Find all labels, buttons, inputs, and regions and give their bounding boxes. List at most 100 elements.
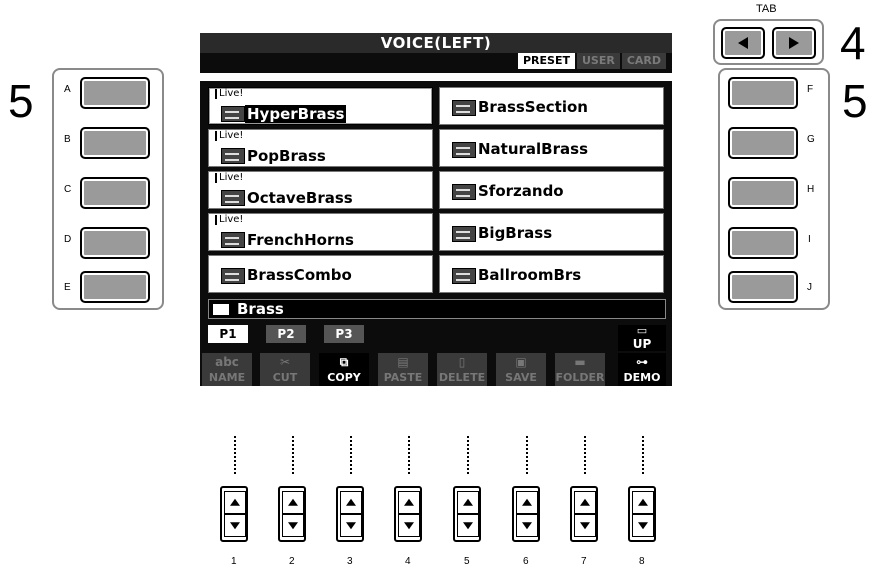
- callout-left-5: 5: [8, 75, 34, 127]
- button-f[interactable]: [728, 77, 798, 109]
- voice-name: Sforzando: [478, 182, 564, 200]
- name-button[interactable]: abc NAME: [202, 353, 252, 386]
- combo-icon: [221, 268, 245, 284]
- button-d[interactable]: [80, 227, 150, 259]
- updown-button-7[interactable]: [570, 486, 598, 542]
- button-letter-j: J: [807, 282, 812, 293]
- tab-preset[interactable]: PRESET: [515, 53, 575, 69]
- page-tab-p1[interactable]: P1: [208, 325, 248, 343]
- tab-label: TAB: [756, 3, 777, 15]
- down-arrow-icon: [522, 522, 532, 530]
- voice-ballroombrs[interactable]: BallroomBrs: [439, 255, 664, 293]
- voice-name: PopBrass: [247, 147, 326, 165]
- voice-sforzando[interactable]: Sforzando: [439, 171, 664, 209]
- brass-icon: [221, 190, 245, 206]
- down-arrow-icon: [346, 522, 356, 530]
- up-button-6[interactable]: [516, 491, 538, 515]
- button-letter-f: F: [807, 84, 814, 95]
- down-button-2[interactable]: [282, 513, 304, 537]
- button-a[interactable]: [80, 77, 150, 109]
- page-tab-p3[interactable]: P3: [324, 325, 364, 343]
- down-button-1[interactable]: [224, 513, 246, 537]
- up-button-2[interactable]: [282, 491, 304, 515]
- up-button-7[interactable]: [574, 491, 596, 515]
- brass-icon: [452, 268, 476, 284]
- tab-right-button[interactable]: [772, 27, 816, 59]
- up-arrow-icon: [288, 498, 298, 506]
- delete-button[interactable]: ▯ DELETE: [437, 353, 487, 386]
- tab-card[interactable]: CARD: [619, 53, 666, 69]
- button-g[interactable]: [728, 127, 798, 159]
- paste-button[interactable]: ▤ PASTE: [378, 353, 428, 386]
- button-b[interactable]: [80, 127, 150, 159]
- updown-button-4[interactable]: [394, 486, 422, 542]
- live-tag: Live!: [215, 131, 243, 141]
- up-button[interactable]: ▭ UP: [618, 325, 666, 351]
- voice-popbrass[interactable]: Live! PopBrass: [208, 129, 433, 167]
- voice-brasssection[interactable]: BrassSection: [439, 87, 664, 125]
- updown-button-2[interactable]: [278, 486, 306, 542]
- button-i[interactable]: [728, 227, 798, 259]
- brass-icon: [221, 148, 245, 164]
- voice-octavebrass[interactable]: Live! OctaveBrass: [208, 171, 433, 209]
- up-arrow-icon: [638, 498, 648, 506]
- button-number-7: 7: [581, 556, 587, 567]
- button-c[interactable]: [80, 177, 150, 209]
- page-tab-p2[interactable]: P2: [266, 325, 306, 343]
- dotted-leader-4: [408, 436, 410, 474]
- copy-button[interactable]: ⧉ COPY: [319, 353, 369, 386]
- live-tag: Live!: [215, 89, 243, 99]
- down-button-7[interactable]: [574, 513, 596, 537]
- folder-button[interactable]: ▬ FOLDER: [555, 353, 605, 386]
- brass-icon: [452, 226, 476, 242]
- button-number-5: 5: [464, 556, 470, 567]
- voice-brasscombo[interactable]: BrassCombo: [208, 255, 433, 293]
- voice-name: OctaveBrass: [247, 189, 353, 207]
- demo-button[interactable]: ⊶ DEMO: [618, 353, 666, 386]
- button-letter-i: I: [808, 234, 811, 245]
- button-e[interactable]: [80, 271, 150, 303]
- voice-bigbrass[interactable]: BigBrass: [439, 213, 664, 251]
- up-button-3[interactable]: [340, 491, 362, 515]
- dotted-leader-7: [584, 436, 586, 474]
- voice-hyperbrass[interactable]: Live! HyperBrass: [208, 87, 433, 125]
- down-button-8[interactable]: [632, 513, 654, 537]
- down-button-5[interactable]: [457, 513, 479, 537]
- voice-frenchhorns[interactable]: Live! FrenchHorns: [208, 213, 433, 251]
- save-button[interactable]: ▣ SAVE: [496, 353, 546, 386]
- down-button-6[interactable]: [516, 513, 538, 537]
- button-number-3: 3: [347, 556, 353, 567]
- down-button-4[interactable]: [398, 513, 420, 537]
- up-button-4[interactable]: [398, 491, 420, 515]
- button-j[interactable]: [728, 271, 798, 303]
- folder-up-icon: ▭: [636, 324, 648, 337]
- up-arrow-icon: [230, 498, 240, 506]
- paste-icon: ▤: [397, 355, 409, 369]
- button-letter-g: G: [807, 134, 815, 145]
- up-button-1[interactable]: [224, 491, 246, 515]
- down-arrow-icon: [230, 522, 240, 530]
- cut-button[interactable]: ✂ CUT: [260, 353, 310, 386]
- updown-button-3[interactable]: [336, 486, 364, 542]
- voice-list-top: [200, 73, 672, 81]
- button-number-8: 8: [639, 556, 645, 567]
- lcd-screen: VOICE(LEFT) PRESET USER CARD Live! Hyper…: [200, 33, 672, 386]
- live-tag: Live!: [215, 173, 243, 183]
- button-number-4: 4: [405, 556, 411, 567]
- tab-user[interactable]: USER: [574, 53, 620, 69]
- button-h[interactable]: [728, 177, 798, 209]
- updown-button-6[interactable]: [512, 486, 540, 542]
- up-button-5[interactable]: [457, 491, 479, 515]
- tab-left-button[interactable]: [721, 27, 765, 59]
- callout-right-5: 5: [842, 75, 868, 127]
- tab-button-group: [713, 19, 824, 65]
- updown-button-8[interactable]: [628, 486, 656, 542]
- voice-naturalbrass[interactable]: NaturalBrass: [439, 129, 664, 167]
- up-button-8[interactable]: [632, 491, 654, 515]
- up-label: UP: [632, 337, 652, 351]
- updown-button-1[interactable]: [220, 486, 248, 542]
- copy-icon: ⧉: [339, 355, 349, 369]
- button-letter-c: C: [64, 184, 72, 195]
- updown-button-5[interactable]: [453, 486, 481, 542]
- down-button-3[interactable]: [340, 513, 362, 537]
